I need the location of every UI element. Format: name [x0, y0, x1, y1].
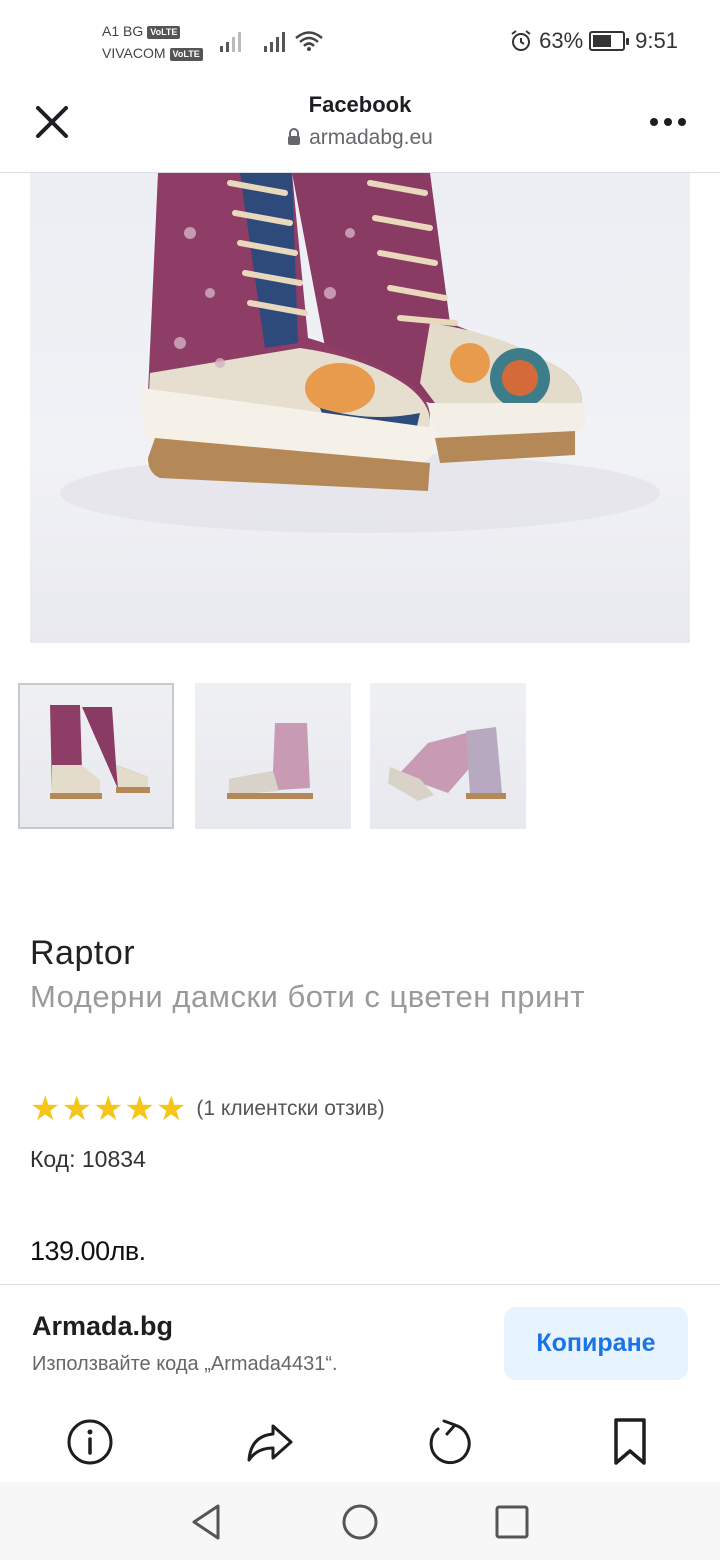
carrier-2: VIVACOM [102, 45, 166, 61]
home-icon [342, 1504, 378, 1540]
reload-button[interactable] [422, 1414, 478, 1470]
promo-code-bar: Armada.bg Използвайте кода „Armada4431“.… [0, 1284, 720, 1402]
star-icon: ★ [61, 1090, 92, 1128]
product-price: 139.00лв. [30, 1236, 146, 1266]
recents-button[interactable] [488, 1498, 536, 1546]
thumbnail-2[interactable] [195, 683, 351, 829]
share-button[interactable] [242, 1414, 298, 1470]
carrier-1: A1 BG [102, 23, 144, 39]
carrier-info: A1 BG VoLTE VIVACOM VoLTE [102, 20, 203, 64]
info-icon [67, 1419, 113, 1465]
thumbnail-3[interactable] [370, 683, 526, 829]
signal-icon [264, 30, 290, 52]
back-icon [192, 1504, 220, 1540]
review-count-link[interactable]: (1 клиентски отзив) [196, 1097, 384, 1121]
volte-badge: VoLTE [147, 25, 181, 39]
browser-header: Facebook armadabg.eu [0, 80, 720, 173]
battery-icon [589, 31, 630, 51]
share-icon [247, 1424, 293, 1462]
thumbnail-1[interactable] [18, 683, 174, 829]
signal-icon [220, 30, 246, 52]
lock-icon [288, 128, 301, 145]
thumbnail-image [388, 727, 506, 801]
browser-toolbar [0, 1402, 720, 1482]
product-sku: Код: 10834 [30, 1146, 146, 1172]
system-nav-bar [0, 1482, 720, 1560]
status-bar: A1 BG VoLTE VIVACOM VoLTE 63% 9:51 [0, 0, 720, 80]
volte-badge: VoLTE [169, 47, 203, 61]
more-icon [650, 118, 658, 126]
more-options-button[interactable] [644, 104, 692, 140]
boots-image [60, 173, 660, 533]
info-button[interactable] [62, 1414, 118, 1470]
alarm-icon [511, 30, 531, 51]
rating-stars: ★ ★ ★ ★ ★ [30, 1092, 186, 1126]
clock: 9:51 [635, 28, 678, 53]
star-icon: ★ [92, 1090, 124, 1128]
bookmark-icon [614, 1418, 646, 1465]
url-text: armadabg.eu [309, 126, 433, 149]
star-icon: ★ [124, 1090, 155, 1128]
product-rating[interactable]: ★ ★ ★ ★ ★ (1 клиентски отзив) [30, 1092, 385, 1126]
wifi-icon [295, 31, 323, 51]
home-button[interactable] [336, 1498, 384, 1546]
page-title: Facebook [308, 92, 412, 117]
reload-icon [429, 1419, 471, 1465]
thumbnail-image [227, 723, 313, 799]
product-name: Raptor [30, 934, 136, 972]
promo-store-name: Armada.bg [32, 1311, 174, 1341]
product-subtitle: Модерни дамски боти с цветен принт [30, 979, 586, 1014]
back-button[interactable] [182, 1498, 230, 1546]
product-main-image[interactable] [30, 173, 690, 643]
recents-icon [495, 1505, 529, 1539]
copy-code-button[interactable]: Копиране [504, 1307, 688, 1380]
promo-description: Използвайте кода „Armada4431“. [32, 1353, 338, 1375]
thumbnail-image [50, 705, 150, 799]
star-icon: ★ [30, 1090, 61, 1128]
battery-percent: 63% [539, 28, 584, 53]
page-url: armadabg.eu [0, 126, 720, 150]
bookmark-button[interactable] [602, 1414, 658, 1470]
star-icon: ★ [155, 1090, 187, 1128]
